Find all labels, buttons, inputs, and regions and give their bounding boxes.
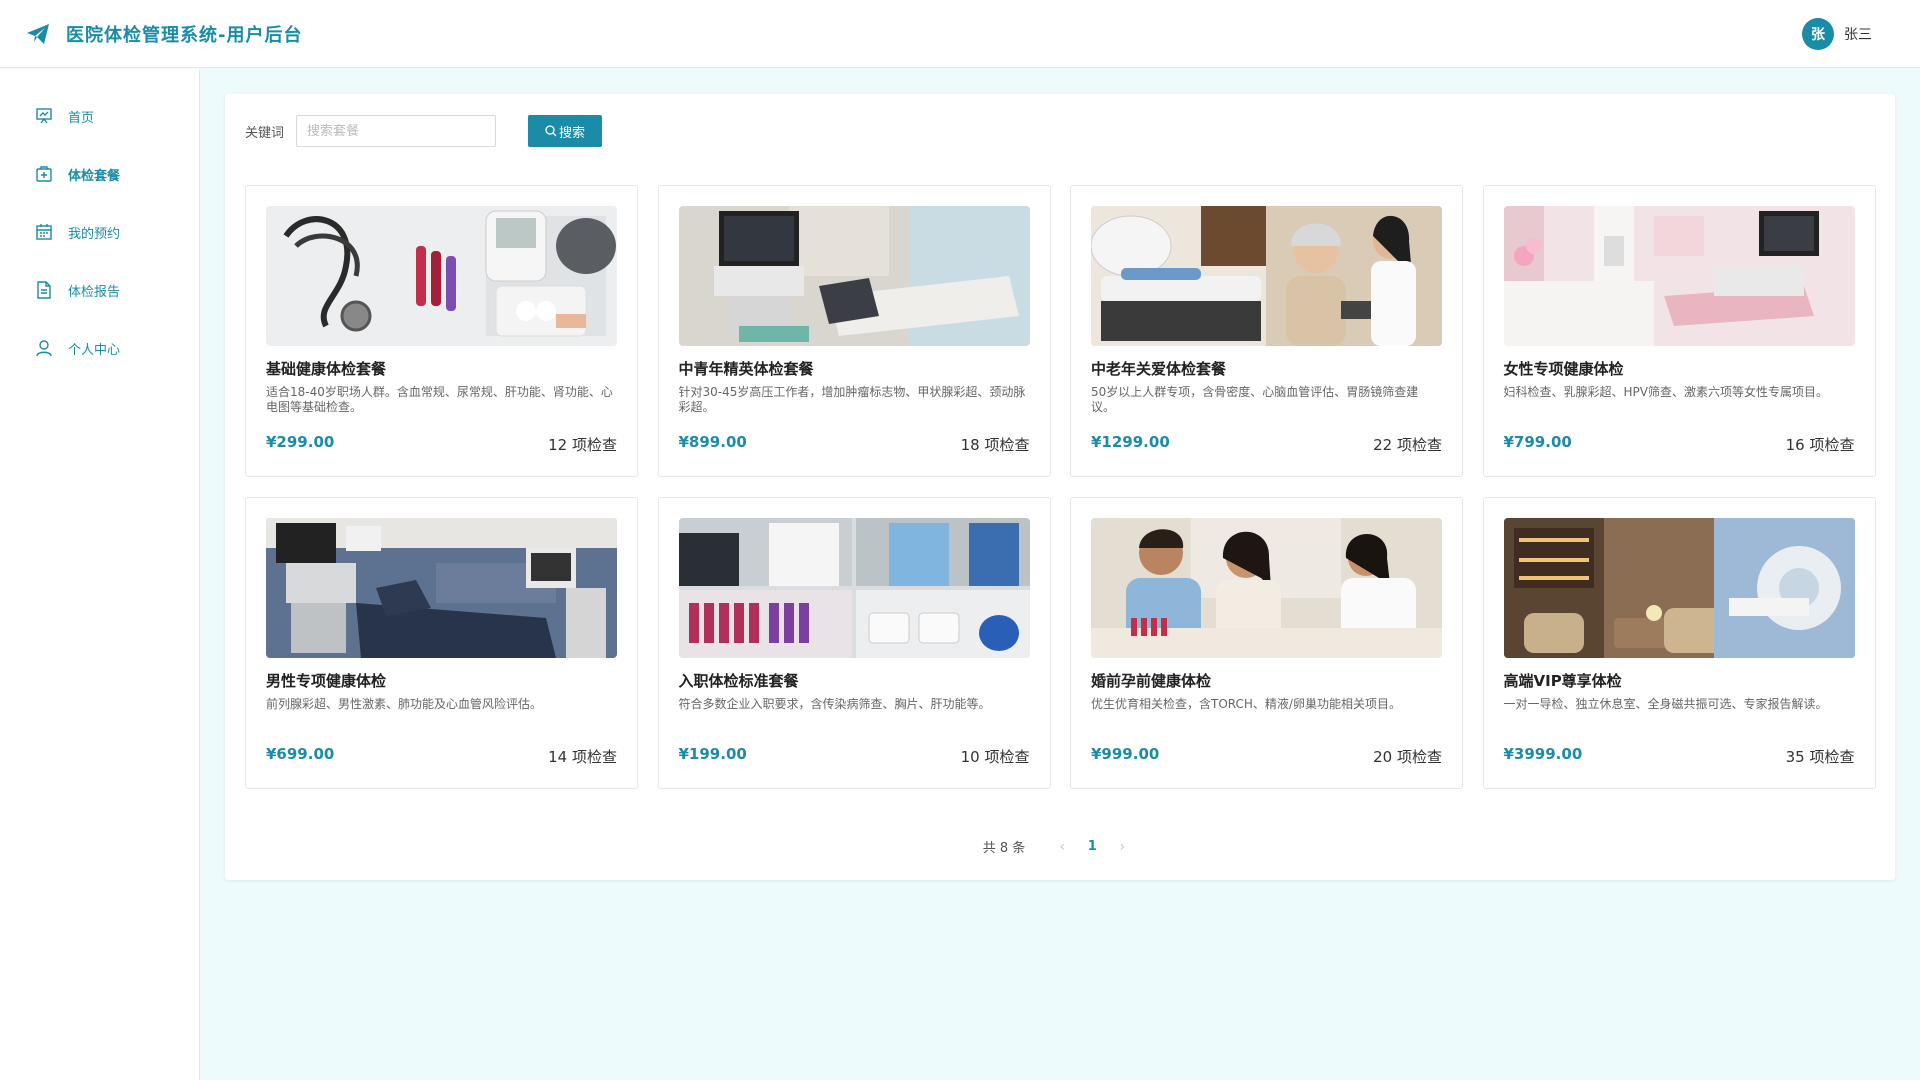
package-card[interactable]: 婚前孕前健康体检 优生优育相关检查，含TORCH、精液/卵巢功能相关项目。 ¥9… — [1070, 497, 1463, 789]
search-button[interactable]: 搜索 — [528, 115, 603, 147]
chevron-right-icon[interactable]: › — [1107, 839, 1137, 855]
package-price: ¥799.00 — [1503, 433, 1572, 451]
sidebar-item-label: 我的预约 — [68, 226, 121, 242]
paper-plane-icon — [24, 20, 52, 48]
sidebar: 首页 体检套餐 我的预约 体检报告 个人中心 — [0, 69, 200, 1080]
package-price: ¥999.00 — [1091, 745, 1160, 763]
medical-kit-icon — [34, 164, 54, 184]
package-title: 高端VIP尊享体检 — [1503, 672, 1622, 690]
package-card[interactable]: 女性专项健康体检 妇科检查、乳腺彩超、HPV筛查、激素六项等女性专属项目。 ¥7… — [1482, 185, 1876, 477]
package-title: 男性专项健康体检 — [266, 672, 387, 690]
package-item-count: 35 项检查 — [1785, 748, 1855, 766]
package-item-count: 14 项检查 — [548, 748, 617, 766]
chevron-left-icon[interactable]: ‹ — [1047, 839, 1077, 855]
package-card[interactable]: 高端VIP尊享体检 一对一导检、独立休息室、全身磁共振可选、专家报告解读。 ¥3… — [1482, 497, 1876, 789]
package-item-count: 22 项检查 — [1373, 436, 1442, 454]
sidebar-item-label: 体检报告 — [68, 284, 121, 300]
package-description: 妇科检查、乳腺彩超、HPV筛查、激素六项等女性专属项目。 — [1503, 385, 1828, 399]
package-description: 一对一导检、独立休息室、全身磁共振可选、专家报告解读。 — [1503, 697, 1828, 711]
package-title: 中青年精英体检套餐 — [678, 360, 814, 378]
package-image[interactable] — [266, 518, 617, 658]
search-button-label: 搜索 — [559, 125, 586, 141]
package-description: 前列腺彩超、男性激素、肺功能及心血管风险评估。 — [266, 697, 543, 711]
package-image[interactable] — [266, 206, 617, 346]
package-description: 优生优育相关检查，含TORCH、精液/卵巢功能相关项目。 — [1091, 697, 1401, 711]
package-card[interactable]: 男性专项健康体检 前列腺彩超、男性激素、肺功能及心血管风险评估。 ¥699.00… — [245, 497, 638, 789]
package-price: ¥899.00 — [678, 433, 747, 451]
package-card[interactable]: 基础健康体检套餐 适合18-40岁职场人群。含血常规、尿常规、肝功能、肾功能、心… — [245, 185, 638, 477]
user-menu[interactable]: 张 张三 — [1802, 18, 1872, 50]
main-panel: 关键词 搜索套餐 搜索 基础健康体检套餐 适合18-40岁职场人群。含血常规、尿… — [225, 94, 1895, 880]
package-title: 入职体检标准套餐 — [678, 672, 799, 690]
package-image[interactable] — [1503, 206, 1855, 346]
package-card[interactable]: 入职体检标准套餐 符合多数企业入职要求，含传染病筛查、胸片、肝功能等。 ¥199… — [657, 497, 1051, 789]
package-description: 适合18-40岁职场人群。含血常规、尿常规、肝功能、肾功能、心电图等基础检查。 — [266, 385, 613, 414]
package-item-count: 10 项检查 — [960, 748, 1030, 766]
calendar-icon — [34, 222, 54, 242]
package-image[interactable] — [1091, 518, 1442, 658]
package-card[interactable]: 中青年精英体检套餐 针对30-45岁高压工作者，增加肿瘤标志物、甲状腺彩超、颈动… — [657, 185, 1051, 477]
username[interactable]: 张三 — [1844, 24, 1872, 44]
app-title: 医院体检管理系统-用户后台 — [66, 24, 303, 46]
sidebar-item-home[interactable]: 首页 — [0, 87, 199, 145]
package-item-count: 16 项检查 — [1785, 436, 1855, 454]
presentation-board-icon — [34, 106, 54, 126]
pagination: 共 8 条 ‹ 1 › — [225, 837, 1895, 857]
sidebar-item-label: 首页 — [68, 110, 95, 126]
top-header: 医院体检管理系统-用户后台 张 张三 — [0, 0, 1920, 68]
user-icon — [34, 338, 54, 358]
package-description: 针对30-45岁高压工作者，增加肿瘤标志物、甲状腺彩超、颈动脉彩超。 — [678, 385, 1026, 414]
document-icon — [34, 280, 54, 300]
sidebar-item-reports[interactable]: 体检报告 — [0, 261, 199, 319]
package-image[interactable] — [678, 518, 1030, 658]
package-title: 中老年关爱体检套餐 — [1091, 360, 1227, 378]
sidebar-item-appointments[interactable]: 我的预约 — [0, 203, 199, 261]
sidebar-item-label: 个人中心 — [68, 342, 121, 358]
avatar[interactable]: 张 — [1802, 18, 1834, 50]
app-logo[interactable]: 医院体检管理系统-用户后台 — [24, 20, 302, 48]
package-item-count: 12 项检查 — [548, 436, 617, 454]
package-price: ¥3999.00 — [1503, 745, 1583, 763]
package-price: ¥1299.00 — [1091, 433, 1170, 451]
pagination-total: 共 8 条 — [982, 841, 1026, 856]
package-price: ¥199.00 — [678, 745, 747, 763]
package-image[interactable] — [678, 206, 1030, 346]
package-title: 基础健康体检套餐 — [266, 360, 387, 378]
package-price: ¥699.00 — [266, 745, 335, 763]
package-grid: 基础健康体检套餐 适合18-40岁职场人群。含血常规、尿常规、肝功能、肾功能、心… — [245, 185, 1876, 789]
package-image[interactable] — [1091, 206, 1442, 346]
package-price: ¥299.00 — [266, 433, 335, 451]
package-item-count: 18 项检查 — [960, 436, 1030, 454]
search-label: 关键词 — [245, 125, 285, 141]
package-card[interactable]: 中老年关爱体检套餐 50岁以上人群专项，含骨密度、心脑血管评估、胃肠镜筛查建议。… — [1070, 185, 1463, 477]
package-item-count: 20 项检查 — [1373, 748, 1442, 766]
pagination-page-1[interactable]: 1 — [1077, 839, 1107, 854]
package-title: 女性专项健康体检 — [1503, 360, 1624, 378]
search-icon — [545, 125, 557, 137]
search-bar: 关键词 搜索 — [245, 115, 603, 147]
sidebar-item-profile[interactable]: 个人中心 — [0, 319, 199, 377]
package-title: 婚前孕前健康体检 — [1091, 672, 1212, 690]
package-image[interactable] — [1503, 518, 1855, 658]
sidebar-item-label: 体检套餐 — [68, 168, 121, 184]
search-input[interactable] — [296, 115, 497, 147]
package-description: 50岁以上人群专项，含骨密度、心脑血管评估、胃肠镜筛查建议。 — [1091, 385, 1419, 414]
package-description: 符合多数企业入职要求，含传染病筛查、胸片、肝功能等。 — [678, 697, 991, 711]
sidebar-item-packages[interactable]: 体检套餐 — [0, 145, 199, 203]
